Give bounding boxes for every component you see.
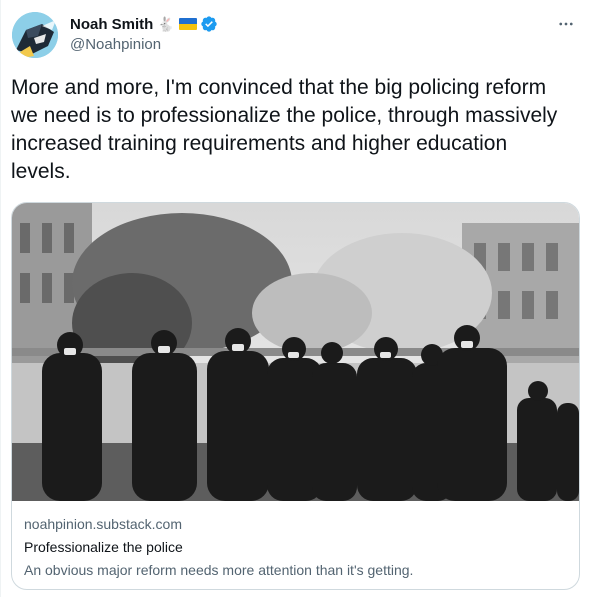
card-description: An obvious major reform needs more atten… xyxy=(24,562,414,578)
avatar[interactable] xyxy=(12,12,58,58)
ukraine-flag-icon xyxy=(178,18,197,30)
police-line-photo[interactable] xyxy=(12,203,579,501)
verified-badge-icon[interactable] xyxy=(200,15,218,33)
avatar-image xyxy=(12,12,58,58)
rabbit-icon: 🐇 xyxy=(157,15,175,32)
display-name[interactable]: Noah Smith xyxy=(70,16,153,33)
more-horizontal-icon[interactable] xyxy=(554,12,578,36)
handle[interactable]: @Noahpinion xyxy=(70,36,218,53)
tweet-text: More and more, I'm convinced that the bi… xyxy=(11,76,558,183)
tweet-header: Noah Smith 🐇 @Noahpinion xyxy=(70,14,218,53)
card-domain[interactable]: noahpinion.substack.com xyxy=(24,515,564,533)
card-title[interactable]: Professionalize the police xyxy=(24,538,564,556)
link-card[interactable]: noahpinion.substack.com Professionalize … xyxy=(11,202,580,590)
timeline-divider xyxy=(0,0,1,597)
card-meta: noahpinion.substack.com Professionalize … xyxy=(24,515,564,579)
